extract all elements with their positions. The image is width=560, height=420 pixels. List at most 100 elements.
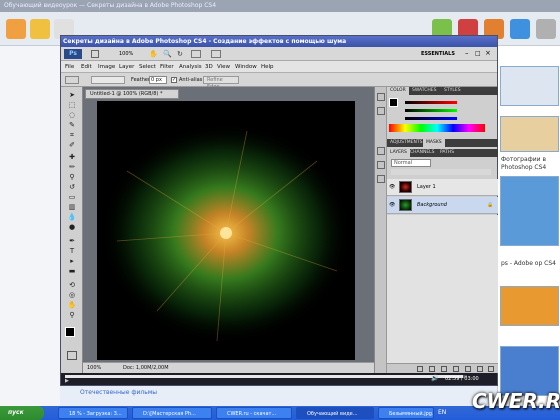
layer-row[interactable]: 👁 Layer 1 bbox=[387, 179, 498, 196]
actions-panel-icon[interactable] bbox=[377, 107, 385, 115]
type-tool-icon[interactable]: T bbox=[67, 247, 77, 256]
brushes-panel-icon[interactable] bbox=[377, 175, 385, 183]
fg-color-swatch[interactable] bbox=[389, 98, 398, 107]
side-banner[interactable] bbox=[500, 286, 559, 326]
link-layers-icon[interactable] bbox=[417, 366, 423, 372]
maximize-icon[interactable]: □ bbox=[475, 49, 483, 58]
menu-help[interactable]: Help bbox=[261, 61, 274, 73]
quick-selection-tool-icon[interactable]: ✎ bbox=[67, 121, 77, 130]
taskbar-item[interactable]: D:\[Мастерская Ph... bbox=[132, 407, 212, 419]
taskbar-item[interactable]: Обучающий виде... bbox=[296, 407, 374, 419]
browser-link[interactable]: Отечественные фильмы bbox=[80, 389, 230, 399]
menu-view[interactable]: View bbox=[217, 61, 230, 73]
tab-channels[interactable]: CHANNELS bbox=[407, 149, 438, 157]
dodge-tool-icon[interactable]: ● bbox=[67, 223, 77, 232]
path-selection-tool-icon[interactable]: ▸ bbox=[67, 257, 77, 266]
rotate-view-icon[interactable]: ↻ bbox=[177, 50, 185, 58]
side-banner[interactable] bbox=[500, 176, 559, 246]
taskbar-item[interactable]: Безымянный.jpg... bbox=[378, 407, 434, 419]
lasso-tool-icon[interactable]: ◌ bbox=[67, 111, 77, 120]
tab-masks[interactable]: MASKS bbox=[423, 139, 445, 147]
layer-style-icon[interactable] bbox=[429, 366, 435, 372]
3d-rotate-tool-icon[interactable]: ⟲ bbox=[67, 281, 77, 290]
seek-bar[interactable] bbox=[65, 375, 467, 378]
hand-icon[interactable]: ✋ bbox=[149, 50, 158, 58]
screen-mode-icon[interactable] bbox=[211, 50, 221, 58]
menu-3d[interactable]: 3D bbox=[205, 61, 213, 73]
arrange-documents-icon[interactable] bbox=[191, 50, 201, 58]
zoom-select[interactable]: 100% bbox=[119, 50, 133, 58]
color-spectrum-ramp[interactable] bbox=[389, 124, 485, 132]
menu-edit[interactable]: Edit bbox=[81, 61, 92, 73]
pen-tool-icon[interactable]: ✒ bbox=[67, 237, 77, 246]
refine-edge-button[interactable]: Refine Edge... bbox=[203, 76, 239, 90]
new-group-icon[interactable] bbox=[465, 366, 471, 372]
tab-styles[interactable]: STYLES bbox=[441, 87, 464, 95]
healing-brush-tool-icon[interactable]: ✚ bbox=[67, 153, 77, 162]
canvas[interactable] bbox=[97, 101, 355, 360]
menu-filter[interactable]: Filter bbox=[160, 61, 174, 73]
eraser-tool-icon[interactable]: ▭ bbox=[67, 193, 77, 202]
visibility-eye-icon[interactable]: 👁 bbox=[389, 202, 395, 208]
tab-swatches[interactable]: SWATCHES bbox=[409, 87, 440, 95]
clone-stamp-tool-icon[interactable]: ⚲ bbox=[67, 173, 77, 182]
side-text[interactable]: Фотографии в Photoshop CS4 bbox=[501, 156, 559, 172]
minimize-icon[interactable]: – bbox=[465, 49, 473, 58]
side-banner[interactable] bbox=[500, 116, 559, 152]
history-brush-tool-icon[interactable]: ↺ bbox=[67, 183, 77, 192]
rss-icon[interactable] bbox=[6, 19, 26, 39]
volume-icon[interactable]: 🔊 bbox=[431, 375, 439, 383]
visibility-eye-icon[interactable]: 👁 bbox=[389, 184, 395, 190]
gradient-tool-icon[interactable]: ▥ bbox=[67, 203, 77, 212]
feather-input[interactable]: 0 px bbox=[149, 76, 167, 84]
tab-color[interactable]: COLOR bbox=[387, 87, 409, 95]
menu-select[interactable]: Select bbox=[139, 61, 156, 73]
eyedropper-tool-icon[interactable]: ✐ bbox=[67, 141, 77, 150]
antialias-checkbox[interactable]: ✓ bbox=[171, 77, 177, 83]
layer-row[interactable]: 👁 Background 🔒 bbox=[387, 197, 498, 214]
side-banner[interactable] bbox=[500, 66, 559, 106]
close-icon[interactable]: × bbox=[485, 49, 493, 58]
foreground-color-swatch[interactable] bbox=[65, 327, 75, 337]
info-icon[interactable] bbox=[510, 19, 530, 39]
menu-analysis[interactable]: Analysis bbox=[179, 61, 202, 73]
character-panel-icon[interactable] bbox=[377, 147, 385, 155]
blend-mode-select[interactable]: Normal bbox=[391, 159, 431, 167]
taskbar-item[interactable]: CWER.ru - скачат... bbox=[216, 407, 292, 419]
brush-tool-icon[interactable]: ✏ bbox=[67, 163, 77, 172]
hand-tool-icon[interactable]: ✋ bbox=[67, 301, 77, 310]
menu-file[interactable]: File bbox=[65, 61, 74, 73]
menu-layer[interactable]: Layer bbox=[119, 61, 134, 73]
play-icon[interactable]: ▶ bbox=[65, 379, 71, 384]
shape-tool-icon[interactable]: ▬ bbox=[67, 267, 77, 276]
history-panel-icon[interactable] bbox=[377, 93, 385, 101]
side-text[interactable]: ps - Adobe op CS4 bbox=[501, 260, 559, 268]
side-text[interactable]: tor CS4 bbox=[501, 328, 559, 336]
status-zoom[interactable]: 100% bbox=[87, 363, 101, 373]
paragraph-panel-icon[interactable] bbox=[377, 161, 385, 169]
language-indicator[interactable]: EN bbox=[438, 408, 446, 418]
new-layer-icon[interactable] bbox=[477, 366, 483, 372]
bridge-icon[interactable] bbox=[91, 50, 99, 58]
selection-mode-icons[interactable] bbox=[91, 76, 125, 84]
edit-icon[interactable] bbox=[30, 19, 50, 39]
tab-adjustments[interactable]: ADJUSTMENTS bbox=[387, 139, 425, 147]
start-button[interactable]: пуск bbox=[0, 406, 44, 420]
close-icon[interactable] bbox=[536, 19, 556, 39]
tool-preset-picker[interactable] bbox=[65, 76, 79, 84]
3d-orbit-tool-icon[interactable]: ◎ bbox=[67, 291, 77, 300]
marquee-tool-icon[interactable]: ⬚ bbox=[67, 101, 77, 110]
zoom-icon[interactable]: 🔍 bbox=[163, 50, 172, 58]
add-mask-icon[interactable] bbox=[441, 366, 447, 372]
document-tab[interactable]: Untitled-1 @ 100% (RGB/8) * bbox=[85, 89, 179, 99]
workspace-switcher[interactable]: ESSENTIALS bbox=[421, 50, 455, 58]
menu-window[interactable]: Window bbox=[235, 61, 257, 73]
move-tool-icon[interactable]: ➤ bbox=[67, 91, 77, 100]
crop-tool-icon[interactable]: ⌗ bbox=[67, 131, 77, 140]
adjustment-layer-icon[interactable] bbox=[453, 366, 459, 372]
delete-layer-icon[interactable] bbox=[488, 366, 494, 372]
taskbar-item[interactable]: 18 % - Загрузка: 3... bbox=[58, 407, 128, 419]
menu-image[interactable]: Image bbox=[98, 61, 115, 73]
blur-tool-icon[interactable]: 💧 bbox=[67, 213, 77, 222]
tab-paths[interactable]: PATHS bbox=[437, 149, 457, 157]
